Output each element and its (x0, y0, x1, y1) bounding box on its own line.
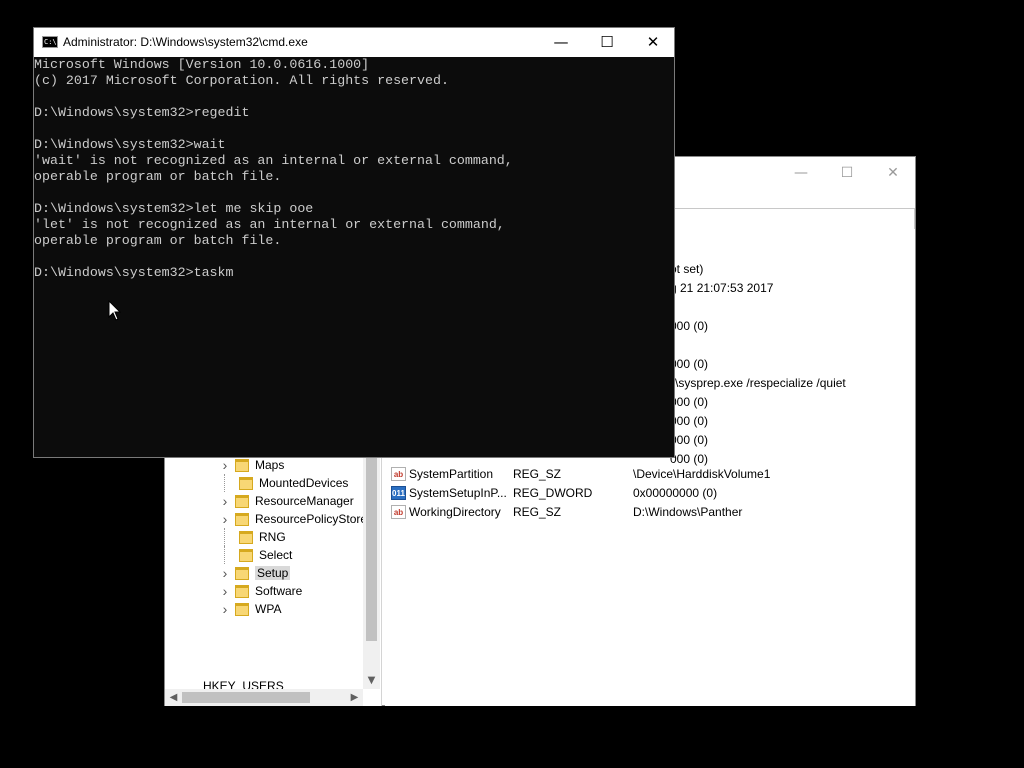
value-type: REG_SZ (513, 467, 562, 481)
regedit-close-button[interactable]: ✕ (871, 161, 915, 185)
tree-connector (224, 528, 235, 546)
folder-icon (235, 458, 249, 472)
value-type: REG_SZ (513, 505, 562, 519)
regedit-maximize-button[interactable]: ☐ (825, 161, 869, 185)
tree-item-label: Software (255, 584, 303, 598)
tree-item-wpa[interactable]: › WPA (219, 600, 282, 618)
tree-item-select[interactable]: Select (219, 546, 292, 564)
value-type: REG_DWORD (513, 486, 593, 500)
maximize-button[interactable]: ☐ (584, 28, 630, 57)
folder-icon (239, 530, 253, 544)
registry-value-row[interactable]: 011 SystemSetupInP... REG_DWORD 0x00000000 … (385, 484, 915, 503)
folder-icon (235, 602, 249, 616)
expand-chevron-icon[interactable]: › (219, 601, 231, 617)
folder-icon (239, 548, 253, 562)
expand-chevron-icon[interactable]: › (219, 565, 231, 581)
value-data-fragment: 000 (0) (670, 395, 709, 409)
tree-item-setup[interactable]: › Setup (219, 564, 291, 582)
tree-item-label: Maps (255, 458, 285, 472)
value-data-fragment: 000 (0) (670, 452, 709, 466)
tree-item-label: Select (259, 548, 293, 562)
console-line: operable program or batch file. (34, 169, 282, 184)
tree-item-label: ResourcePolicyStore (255, 512, 368, 526)
string-value-icon: ab (391, 467, 406, 481)
close-button[interactable]: ✕ (630, 28, 676, 57)
folder-icon (235, 584, 249, 598)
tree-item-resourcepolicystore[interactable]: › ResourcePolicyStore (219, 510, 367, 528)
value-data: D:\Windows\Panther (633, 505, 743, 519)
console-line: Microsoft Windows [Version 10.0.0616.100… (34, 57, 370, 72)
tree-item-hkey-users[interactable]: HKEY_USERS (203, 679, 284, 689)
folder-icon (239, 476, 253, 490)
command-prompt-icon: C:\ (42, 36, 58, 48)
tree-item-software[interactable]: › Software (219, 582, 303, 600)
minimize-button[interactable]: — (538, 28, 584, 57)
console-line: D:\Windows\system32>wait (34, 137, 226, 152)
tree-scroll-thumb[interactable] (366, 451, 377, 641)
tree-item-label: WPA (255, 602, 282, 616)
value-data-fragment: ot set) (670, 262, 704, 276)
expand-chevron-icon[interactable]: › (219, 493, 231, 509)
folder-icon (235, 494, 249, 508)
console-line: operable program or batch file. (34, 233, 282, 248)
tree-item-label: ResourceManager (255, 494, 354, 508)
mouse-cursor-icon (108, 300, 122, 321)
value-data-fragment: 000 (0) (670, 319, 709, 333)
scroll-left-icon[interactable]: ◀ (165, 689, 182, 706)
value-data-fragment: g 21 21:07:53 2017 (670, 281, 774, 295)
value-data-fragment: 000 (0) (670, 357, 709, 371)
folder-icon (235, 566, 249, 580)
value-name: WorkingDirectory (409, 505, 501, 519)
value-data: \Device\HarddiskVolume1 (633, 467, 771, 481)
tree-item-label: RNG (259, 530, 286, 544)
console-line: D:\Windows\system32>let me skip ooe (34, 201, 314, 216)
console-line: D:\Windows\system32>taskm (34, 265, 234, 280)
tree-horizontal-scrollbar[interactable]: ◀ ▶ (165, 689, 363, 706)
registry-value-row[interactable]: ab WorkingDirectory REG_SZ D:\Windows\Panth… (385, 503, 915, 522)
string-value-icon: ab (391, 505, 406, 519)
cmd-window[interactable]: C:\ Administrator: D:\Windows\system32\c… (33, 27, 675, 458)
tree-item-resourcemanager[interactable]: › ResourceManager (219, 492, 354, 510)
value-data: 0x00000000 (0) (633, 486, 718, 500)
expand-chevron-icon[interactable]: › (219, 457, 231, 473)
dword-value-icon: 011 (391, 486, 406, 500)
tree-item-mounteddevices[interactable]: MountedDevices (219, 474, 348, 492)
cmd-window-title: Administrator: D:\Windows\system32\cmd.e… (63, 35, 308, 49)
tree-item-label: MountedDevices (259, 476, 349, 490)
expand-chevron-icon[interactable]: › (219, 583, 231, 599)
tree-hscroll-thumb[interactable] (182, 692, 310, 703)
value-name: SystemSetupInP... (409, 486, 507, 500)
tree-item-label: Setup (255, 566, 291, 580)
tree-connector (224, 546, 235, 564)
tree-item-maps[interactable]: › Maps (219, 456, 285, 474)
regedit-minimize-button[interactable]: — (779, 161, 823, 185)
console-output[interactable]: Microsoft Windows [Version 10.0.0616.100… (34, 57, 674, 457)
console-line: (c) 2017 Microsoft Corporation. All righ… (34, 73, 449, 88)
tree-connector (224, 474, 235, 492)
console-line: D:\Windows\system32>regedit (34, 105, 250, 120)
scroll-right-icon[interactable]: ▶ (346, 689, 363, 706)
value-name: SystemPartition (409, 467, 494, 481)
value-data-fragment: 000 (0) (670, 414, 709, 428)
scroll-down-icon[interactable]: ▼ (363, 672, 380, 689)
value-data-fragment: \sysprep.exe /respecialize /quiet (675, 376, 846, 390)
tree-item-rng[interactable]: RNG (219, 528, 286, 546)
value-data-fragment: 000 (0) (670, 433, 709, 447)
expand-chevron-icon[interactable]: › (219, 511, 231, 527)
registry-value-row[interactable]: ab SystemPartition REG_SZ \Device\HarddiskV… (385, 465, 915, 484)
console-line: 'let' is not recognized as an internal o… (34, 217, 505, 232)
console-line: 'wait' is not recognized as an internal … (34, 153, 513, 168)
folder-icon (235, 512, 249, 526)
cmd-title-bar[interactable]: C:\ Administrator: D:\Windows\system32\c… (34, 28, 674, 57)
